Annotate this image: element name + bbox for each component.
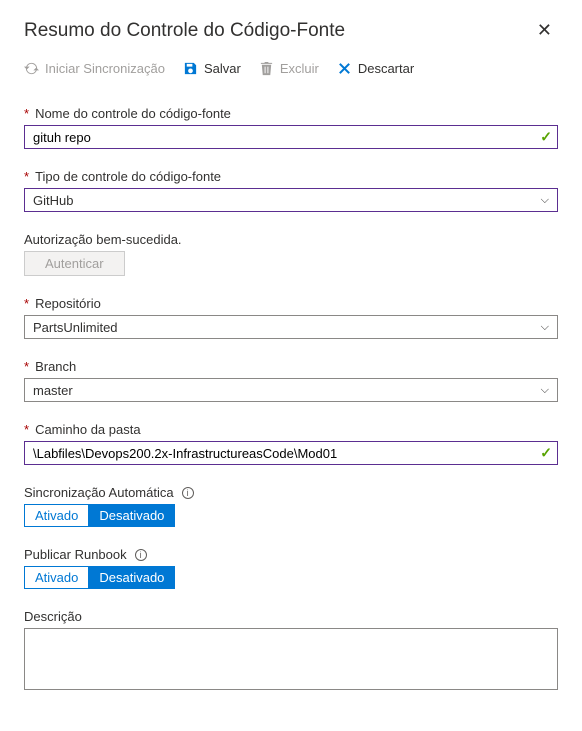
chevron-down-icon: ⌵ (541, 194, 549, 207)
panel-header: Resumo do Controle do Código-Fonte ✕ (24, 18, 558, 43)
discard-label: Descartar (358, 61, 414, 76)
auth-status: Autorização bem-sucedida. (24, 232, 558, 247)
info-icon[interactable]: i (182, 487, 194, 499)
delete-button: Excluir (259, 61, 319, 76)
discard-icon (337, 61, 352, 76)
required-indicator: * (24, 169, 29, 184)
save-icon (183, 61, 198, 76)
check-icon: ✓ (540, 445, 552, 462)
name-field: * Nome do controle do código-fonte ✓ (24, 106, 558, 149)
authenticate-button: Autenticar (24, 251, 125, 276)
required-indicator: * (24, 359, 29, 374)
name-input[interactable] (24, 125, 558, 149)
sync-icon (24, 61, 39, 76)
required-indicator: * (24, 106, 29, 121)
name-label: * Nome do controle do código-fonte (24, 106, 558, 121)
publish-off[interactable]: Desativado (88, 566, 175, 589)
type-label: * Tipo de controle do código-fonte (24, 169, 558, 184)
type-field: * Tipo de controle do código-fonte GitHu… (24, 169, 558, 212)
close-icon[interactable]: ✕ (531, 18, 558, 43)
repo-field: * Repositório PartsUnlimited ⌵ (24, 296, 558, 339)
required-indicator: * (24, 296, 29, 311)
auth-field: Autorização bem-sucedida. Autenticar (24, 232, 558, 276)
type-select[interactable]: GitHub ⌵ (24, 188, 558, 212)
required-indicator: * (24, 422, 29, 437)
repo-label: * Repositório (24, 296, 558, 311)
repo-select[interactable]: PartsUnlimited ⌵ (24, 315, 558, 339)
discard-button[interactable]: Descartar (337, 61, 414, 76)
delete-label: Excluir (280, 61, 319, 76)
publish-on[interactable]: Ativado (24, 566, 88, 589)
description-field: Descrição (24, 609, 558, 693)
publish-field: Publicar Runbook i Ativado Desativado (24, 547, 558, 589)
check-icon: ✓ (540, 129, 552, 146)
autosync-label: Sincronização Automática i (24, 485, 558, 500)
folder-input[interactable] (24, 441, 558, 465)
sync-button: Iniciar Sincronização (24, 61, 165, 76)
autosync-field: Sincronização Automática i Ativado Desat… (24, 485, 558, 527)
sync-label: Iniciar Sincronização (45, 61, 165, 76)
save-button[interactable]: Salvar (183, 61, 241, 76)
save-label: Salvar (204, 61, 241, 76)
folder-field: * Caminho da pasta ✓ (24, 422, 558, 465)
chevron-down-icon: ⌵ (541, 321, 549, 334)
branch-label: * Branch (24, 359, 558, 374)
description-input[interactable] (24, 628, 558, 690)
page-title: Resumo do Controle do Código-Fonte (24, 20, 345, 42)
autosync-off[interactable]: Desativado (88, 504, 175, 527)
toolbar: Iniciar Sincronização Salvar Excluir Des… (24, 61, 558, 76)
branch-field: * Branch master ⌵ (24, 359, 558, 402)
publish-label: Publicar Runbook i (24, 547, 558, 562)
autosync-on[interactable]: Ativado (24, 504, 88, 527)
branch-select[interactable]: master ⌵ (24, 378, 558, 402)
folder-label: * Caminho da pasta (24, 422, 558, 437)
autosync-toggle: Ativado Desativado (24, 504, 558, 527)
description-label: Descrição (24, 609, 558, 624)
trash-icon (259, 61, 274, 76)
chevron-down-icon: ⌵ (541, 384, 549, 397)
source-control-summary-panel: Resumo do Controle do Código-Fonte ✕ Ini… (0, 0, 582, 731)
info-icon[interactable]: i (135, 549, 147, 561)
publish-toggle: Ativado Desativado (24, 566, 558, 589)
